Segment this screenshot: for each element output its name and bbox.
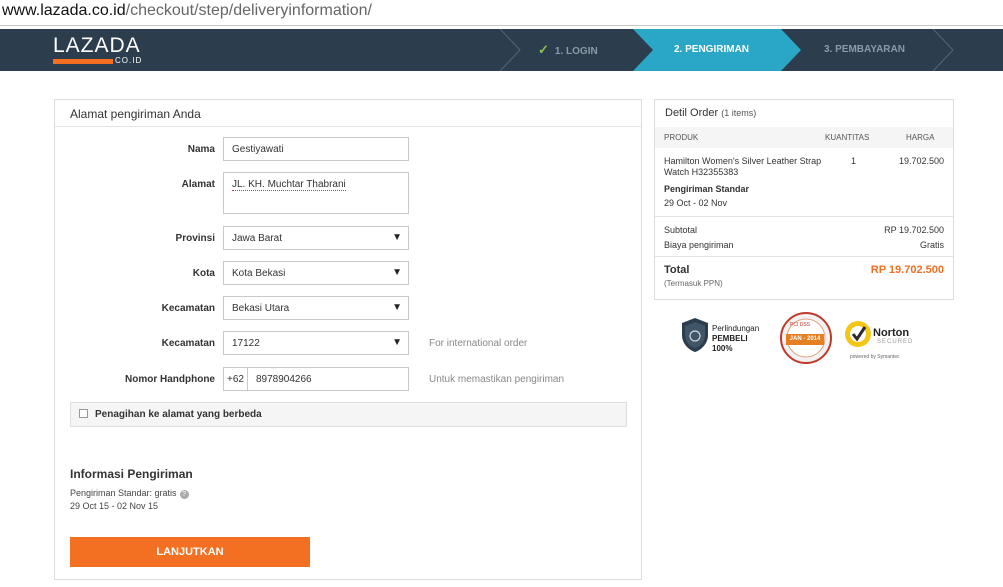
panel-title: Alamat pengiriman Anda <box>55 100 641 127</box>
caret-down-icon: ▼ <box>392 232 402 243</box>
caret-down-icon: ▼ <box>392 337 402 348</box>
kodepos-hint: For international order <box>429 338 528 349</box>
order-item-count: (1 items) <box>721 108 757 118</box>
kodepos-label: Kecamatan <box>161 338 215 349</box>
url-host: www.lazada.co.id <box>2 2 126 19</box>
lazada-logo[interactable]: LAZADA CO.ID <box>53 34 147 67</box>
norton-secured-label: SECURED <box>877 339 914 345</box>
chevron-divider-1 <box>500 29 521 71</box>
phone-input[interactable]: 8978904266 <box>247 367 409 391</box>
total-label: Total <box>664 264 690 276</box>
pci-date: JAN - 2014 <box>786 334 824 345</box>
nama-input[interactable]: Gestiyawati <box>223 137 409 161</box>
protection-line3: 100% <box>712 344 733 353</box>
check-icon: ✓ <box>538 42 549 57</box>
header-price: HARGA <box>906 133 935 142</box>
caret-down-icon: ▼ <box>392 302 402 313</box>
kecamatan-select[interactable]: Bekasi Utara ▼ <box>223 296 409 320</box>
pci-label: PCI DSS <box>790 322 811 328</box>
order-table-header: PRODUK KUANTITAS HARGA <box>655 127 953 148</box>
shipping-cost-label: Biaya pengiriman <box>664 240 734 250</box>
total-value: RP 19.702.500 <box>870 264 944 276</box>
provinsi-select[interactable]: Jawa Barat ▼ <box>223 226 409 250</box>
norton-check-icon <box>845 321 871 347</box>
shipping-address-panel: Alamat pengiriman Anda Nama Gestiyawati … <box>54 99 642 580</box>
shipping-cost-value: Gratis <box>919 240 944 250</box>
logo-underline <box>53 59 113 64</box>
shipping-info-title: Informasi Pengiriman <box>70 467 193 481</box>
norton-label: Norton <box>873 327 910 339</box>
url-path: /checkout/step/deliveryinformation/ <box>125 2 372 19</box>
norton-powered-by: powered by Symantec <box>850 354 900 360</box>
billing-checkbox[interactable] <box>79 409 88 418</box>
provinsi-label: Provinsi <box>175 233 215 244</box>
step-payment: 3. PEMBAYARAN <box>824 29 905 71</box>
help-icon[interactable]: ? <box>179 490 189 499</box>
alamat-value: JL. KH. Muchtar Thabrani <box>232 179 346 191</box>
checkout-steps: ✓ 1. LOGIN 2. PENGIRIMAN 3. PEMBAYARAN <box>500 29 1003 71</box>
nama-value: Gestiyawati <box>232 144 284 155</box>
divider <box>655 216 953 217</box>
order-item-shipping-date: 29 Oct - 02 Nov <box>664 198 728 208</box>
kodepos-select[interactable]: 17122 ▼ <box>223 331 409 355</box>
alamat-textarea[interactable]: JL. KH. Muchtar Thabrani <box>223 172 409 214</box>
step-shipping: 2. PENGIRIMAN <box>674 29 749 71</box>
order-item-shipping-method: Pengiriman Standar <box>664 184 750 194</box>
billing-label: Penagihan ke alamat yang berbeda <box>95 409 262 420</box>
billing-address-option[interactable]: Penagihan ke alamat yang berbeda <box>70 402 627 427</box>
order-item-qty: 1 <box>851 156 857 166</box>
header-qty: KUANTITAS <box>825 133 870 142</box>
phone-value: 8978904266 <box>256 374 312 385</box>
kecamatan-label: Kecamatan <box>161 303 215 314</box>
kodepos-value: 17122 <box>232 338 260 349</box>
logo-domain: CO.ID <box>115 56 143 65</box>
continue-button[interactable]: LANJUTKAN <box>70 537 310 567</box>
chevron-divider-3 <box>932 29 954 71</box>
step-login[interactable]: ✓ 1. LOGIN <box>538 29 598 71</box>
header-product: PRODUK <box>664 133 699 142</box>
total-tax-note: (Termasuk PPN) <box>664 279 723 288</box>
caret-down-icon: ▼ <box>392 267 402 278</box>
trust-badges: Perlindungan PEMBELI 100% PCI DSS JAN - … <box>680 312 930 368</box>
phone-prefix: +62 <box>223 367 247 391</box>
shipping-info-date: 29 Oct 15 - 02 Nov 15 <box>70 501 159 511</box>
buyer-protection-badge: Perlindungan PEMBELI 100% <box>712 324 759 354</box>
kota-select[interactable]: Kota Bekasi ▼ <box>223 261 409 285</box>
nama-label: Nama <box>187 144 215 155</box>
provinsi-value: Jawa Barat <box>232 233 283 244</box>
kecamatan-value: Bekasi Utara <box>232 303 290 314</box>
kota-value: Kota Bekasi <box>232 268 286 279</box>
step-payment-label: 3. PEMBAYARAN <box>824 44 905 55</box>
divider <box>655 256 953 257</box>
subtotal-label: Subtotal <box>664 225 698 235</box>
shipping-method-text: Pengiriman Standar: gratis <box>70 488 177 498</box>
address-bar[interactable]: www.lazada.co.id/checkout/step/deliveryi… <box>0 0 1003 26</box>
shield-icon <box>682 318 708 352</box>
shipping-info-method: Pengiriman Standar: gratis? <box>70 488 189 499</box>
order-title-text: Detil Order <box>665 107 719 119</box>
order-summary-title: Detil Order (1 items) <box>655 100 953 127</box>
protection-line1: Perlindungan <box>712 324 760 333</box>
subtotal-value: RP 19.702.500 <box>884 225 944 235</box>
order-item-price: 19.702.500 <box>898 156 944 166</box>
phone-label: Nomor Handphone <box>125 374 215 385</box>
step-shipping-label: 2. PENGIRIMAN <box>674 44 750 55</box>
phone-hint: Untuk memastikan pengiriman <box>429 374 565 385</box>
order-item-name: Hamilton Women's Silver Leather Strap Wa… <box>664 156 822 177</box>
checkout-header: LAZADA CO.ID ✓ 1. LOGIN 2. PENGIRIMAN 3. … <box>0 29 1003 71</box>
kota-label: Kota <box>192 268 215 279</box>
alamat-label: Alamat <box>181 179 215 190</box>
step-login-label: 1. LOGIN <box>554 46 598 57</box>
logo-text: LAZADA <box>53 34 141 57</box>
protection-line2: PEMBELI <box>712 334 748 343</box>
order-summary-panel: Detil Order (1 items) PRODUK KUANTITAS H… <box>654 99 954 300</box>
